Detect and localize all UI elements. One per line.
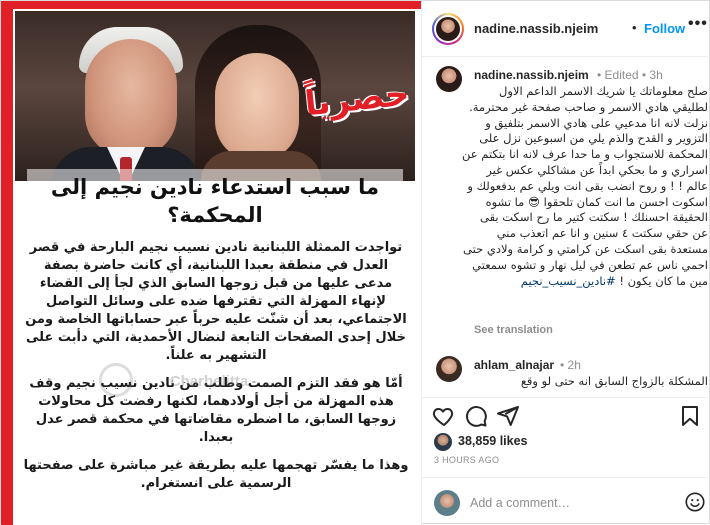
red-top-border xyxy=(1,1,421,9)
comment-text: المشكلة بالزواج السابق انه حتى لو وقع xyxy=(520,374,708,388)
bookmark-icon[interactable] xyxy=(678,404,702,428)
caption-avatar[interactable] xyxy=(436,66,462,92)
man-face xyxy=(85,39,177,157)
see-translation-link[interactable]: See translation xyxy=(474,324,553,336)
avatar[interactable] xyxy=(436,17,460,41)
more-options-icon[interactable]: ••• xyxy=(688,15,708,33)
caption-meta: • Edited • 3h xyxy=(597,68,663,82)
image-headline: ما سبب استدعاء نادين نجيم إلى المحكمة؟ xyxy=(27,169,403,235)
follow-button[interactable]: Follow xyxy=(644,21,685,36)
caption-body: صلح معلوماتك يا شريك الاسمر الداعم الاول… xyxy=(462,84,708,288)
watermark-text: Charbelitta xyxy=(169,373,249,390)
article-paragraph-1: تواجدت الممثلة اللبنانية نادين نسيب نجيم… xyxy=(25,240,407,363)
post-timestamp[interactable]: 3 HOURS AGO xyxy=(434,455,499,465)
caption-hashtag[interactable]: #نادين_نسيب_نجيم xyxy=(521,274,616,288)
article-paragraph-3: وهذا ما يفسّر تهجمها عليه بطريقة غير مبا… xyxy=(23,458,409,491)
emoji-icon[interactable] xyxy=(684,491,706,513)
watermark-logo-icon xyxy=(99,363,133,397)
header-username[interactable]: nadine.nassib.njeim xyxy=(474,21,598,36)
post-image[interactable]: حصرياً ما سبب استدعاء نادين نجيم إلى الم… xyxy=(1,1,421,525)
header-separator: • xyxy=(632,20,637,35)
current-user-avatar xyxy=(434,490,460,516)
post-header: nadine.nassib.njeim • Follow ••• xyxy=(422,1,710,57)
liker-avatar[interactable] xyxy=(434,433,452,451)
comment-icon[interactable] xyxy=(464,404,488,428)
woman-face xyxy=(215,53,299,161)
post-side-panel: nadine.nassib.njeim • Follow ••• nadine.… xyxy=(421,1,710,525)
image-article-text: تواجدت الممثلة اللبنانية نادين نسيب نجيم… xyxy=(23,239,409,503)
instagram-post-window: حصرياً ما سبب استدعاء نادين نجيم إلى الم… xyxy=(0,0,710,525)
add-comment-input[interactable] xyxy=(470,494,680,512)
comment-username[interactable]: ahlam_alnajar xyxy=(474,358,554,372)
commenter-avatar[interactable] xyxy=(436,356,462,382)
caption-text: صلح معلوماتك يا شريك الاسمر الداعم الاول… xyxy=(462,84,708,289)
comment-meta: • 2h xyxy=(560,358,581,372)
likes-row[interactable]: 38,859 likes xyxy=(422,431,710,453)
comments-section[interactable]: nadine.nassib.njeim • Edited • 3h صلح مع… xyxy=(422,58,710,392)
heart-icon[interactable] xyxy=(432,404,456,428)
caption-username[interactable]: nadine.nassib.njeim xyxy=(474,68,589,82)
share-icon[interactable] xyxy=(496,404,520,428)
likes-count[interactable]: 38,859 likes xyxy=(458,434,528,448)
add-comment-row xyxy=(422,477,710,525)
red-side-border xyxy=(1,1,13,525)
action-bar xyxy=(422,397,710,431)
